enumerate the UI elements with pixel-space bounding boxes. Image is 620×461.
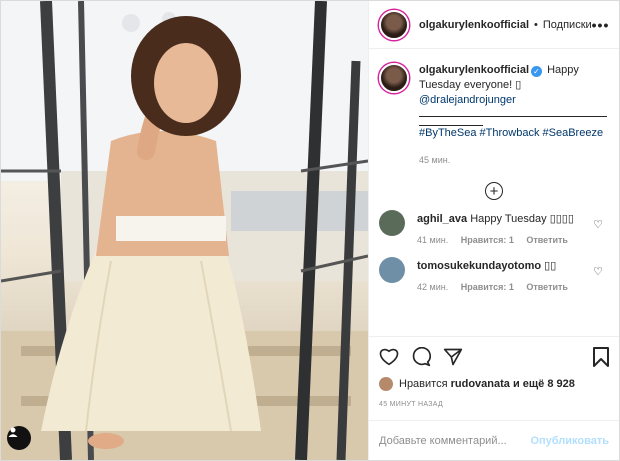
comment: aghil_ava Happy Tuesday ▯▯▯▯ 41 мин. Нра… [379,210,609,245]
liker-avatar[interactable] [379,377,393,391]
caption-glyph: ▯ [515,79,522,91]
likes-count[interactable]: и ещё 8 928 [513,378,575,390]
likes-prefix: Нравится [399,378,448,390]
comment-text: ▯▯ [544,260,557,272]
user-tag-icon[interactable] [7,426,31,450]
bookmark-icon[interactable] [593,347,609,367]
comment: tomosukekundayotomo ▯▯ 42 мин. Нравится:… [379,257,609,292]
post-actions: Нравится rudovanata и ещё 8 928 45 МИНУТ… [369,336,619,420]
verified-badge-icon: ✓ [531,66,543,77]
comment-time[interactable]: 42 мин. [417,282,448,292]
following-button[interactable]: Подписки [543,19,592,31]
comment-text: Happy Tuesday ▯▯▯▯ [470,213,574,225]
comment-input[interactable] [379,434,531,447]
caption: olgakurylenkoofficial ✓ Happy Tuesday eve… [379,63,609,168]
hashtag-link[interactable]: #ByTheSea [419,127,476,139]
comment-body: aghil_ava Happy Tuesday ▯▯▯▯ 41 мин. Нра… [417,212,597,245]
add-comment-bar: Опубликовать [369,420,619,460]
liker-username[interactable]: rudovanata [451,378,510,390]
comment-icon[interactable] [411,347,431,367]
comment-meta: 41 мин. Нравится: 1 Ответить [417,235,597,245]
commenter-avatar[interactable] [379,210,405,236]
photo-illustration [1,1,368,460]
commenter-avatar[interactable] [379,257,405,283]
likes-summary: Нравится rudovanata и ещё 8 928 [379,377,609,391]
post-photo[interactable] [1,1,368,460]
post-header: olgakurylenkoofficial • Подписки ••• [369,1,619,49]
action-icons [379,343,609,371]
like-comment-heart-icon[interactable]: ♡ [593,265,603,278]
plus-circle-icon[interactable]: + [485,182,503,200]
hashtag-link[interactable]: #Throwback [480,127,540,139]
share-icon[interactable] [443,347,463,367]
caption-time[interactable]: 45 мин. [419,153,609,168]
comment-meta: 42 мин. Нравится: 1 Ответить [417,282,597,292]
mention-link[interactable]: @dralejandrojunger [419,94,516,106]
author-username[interactable]: olgakurylenkoofficial [419,19,529,31]
post-side-panel: olgakurylenkoofficial • Подписки ••• olg… [368,1,619,460]
person-icon [8,427,18,437]
instagram-post: olgakurylenkoofficial • Подписки ••• olg… [0,0,620,461]
header-separator: • [534,18,538,31]
comment-time[interactable]: 41 мин. [417,235,448,245]
comments-area: olgakurylenkoofficial ✓ Happy Tuesday eve… [369,49,619,336]
like-comment-heart-icon[interactable]: ♡ [593,218,603,231]
comment-likes[interactable]: Нравится: 1 [461,235,514,245]
caption-body: olgakurylenkoofficial ✓ Happy Tuesday eve… [419,63,609,168]
heart-icon[interactable] [379,348,399,366]
load-more-comments[interactable]: + [379,182,609,200]
caption-rule-short [419,117,483,126]
comment-body: tomosukekundayotomo ▯▯ 42 мин. Нравится:… [417,259,597,292]
commenter-username[interactable]: tomosukekundayotomo [417,260,541,272]
author-avatar[interactable] [379,9,409,40]
more-options-icon[interactable]: ••• [592,17,610,33]
commenter-username[interactable]: aghil_ava [417,213,467,225]
hashtag-link[interactable]: #SeaBreeze [543,127,604,139]
caption-rule [419,108,607,117]
caption-username[interactable]: olgakurylenkoofficial [419,64,529,76]
reply-button[interactable]: Ответить [526,235,568,245]
publish-button[interactable]: Опубликовать [530,435,609,447]
caption-avatar[interactable] [379,63,409,93]
reply-button[interactable]: Ответить [526,282,568,292]
comment-likes[interactable]: Нравится: 1 [461,282,514,292]
post-timestamp[interactable]: 45 МИНУТ НАЗАД [379,401,609,408]
